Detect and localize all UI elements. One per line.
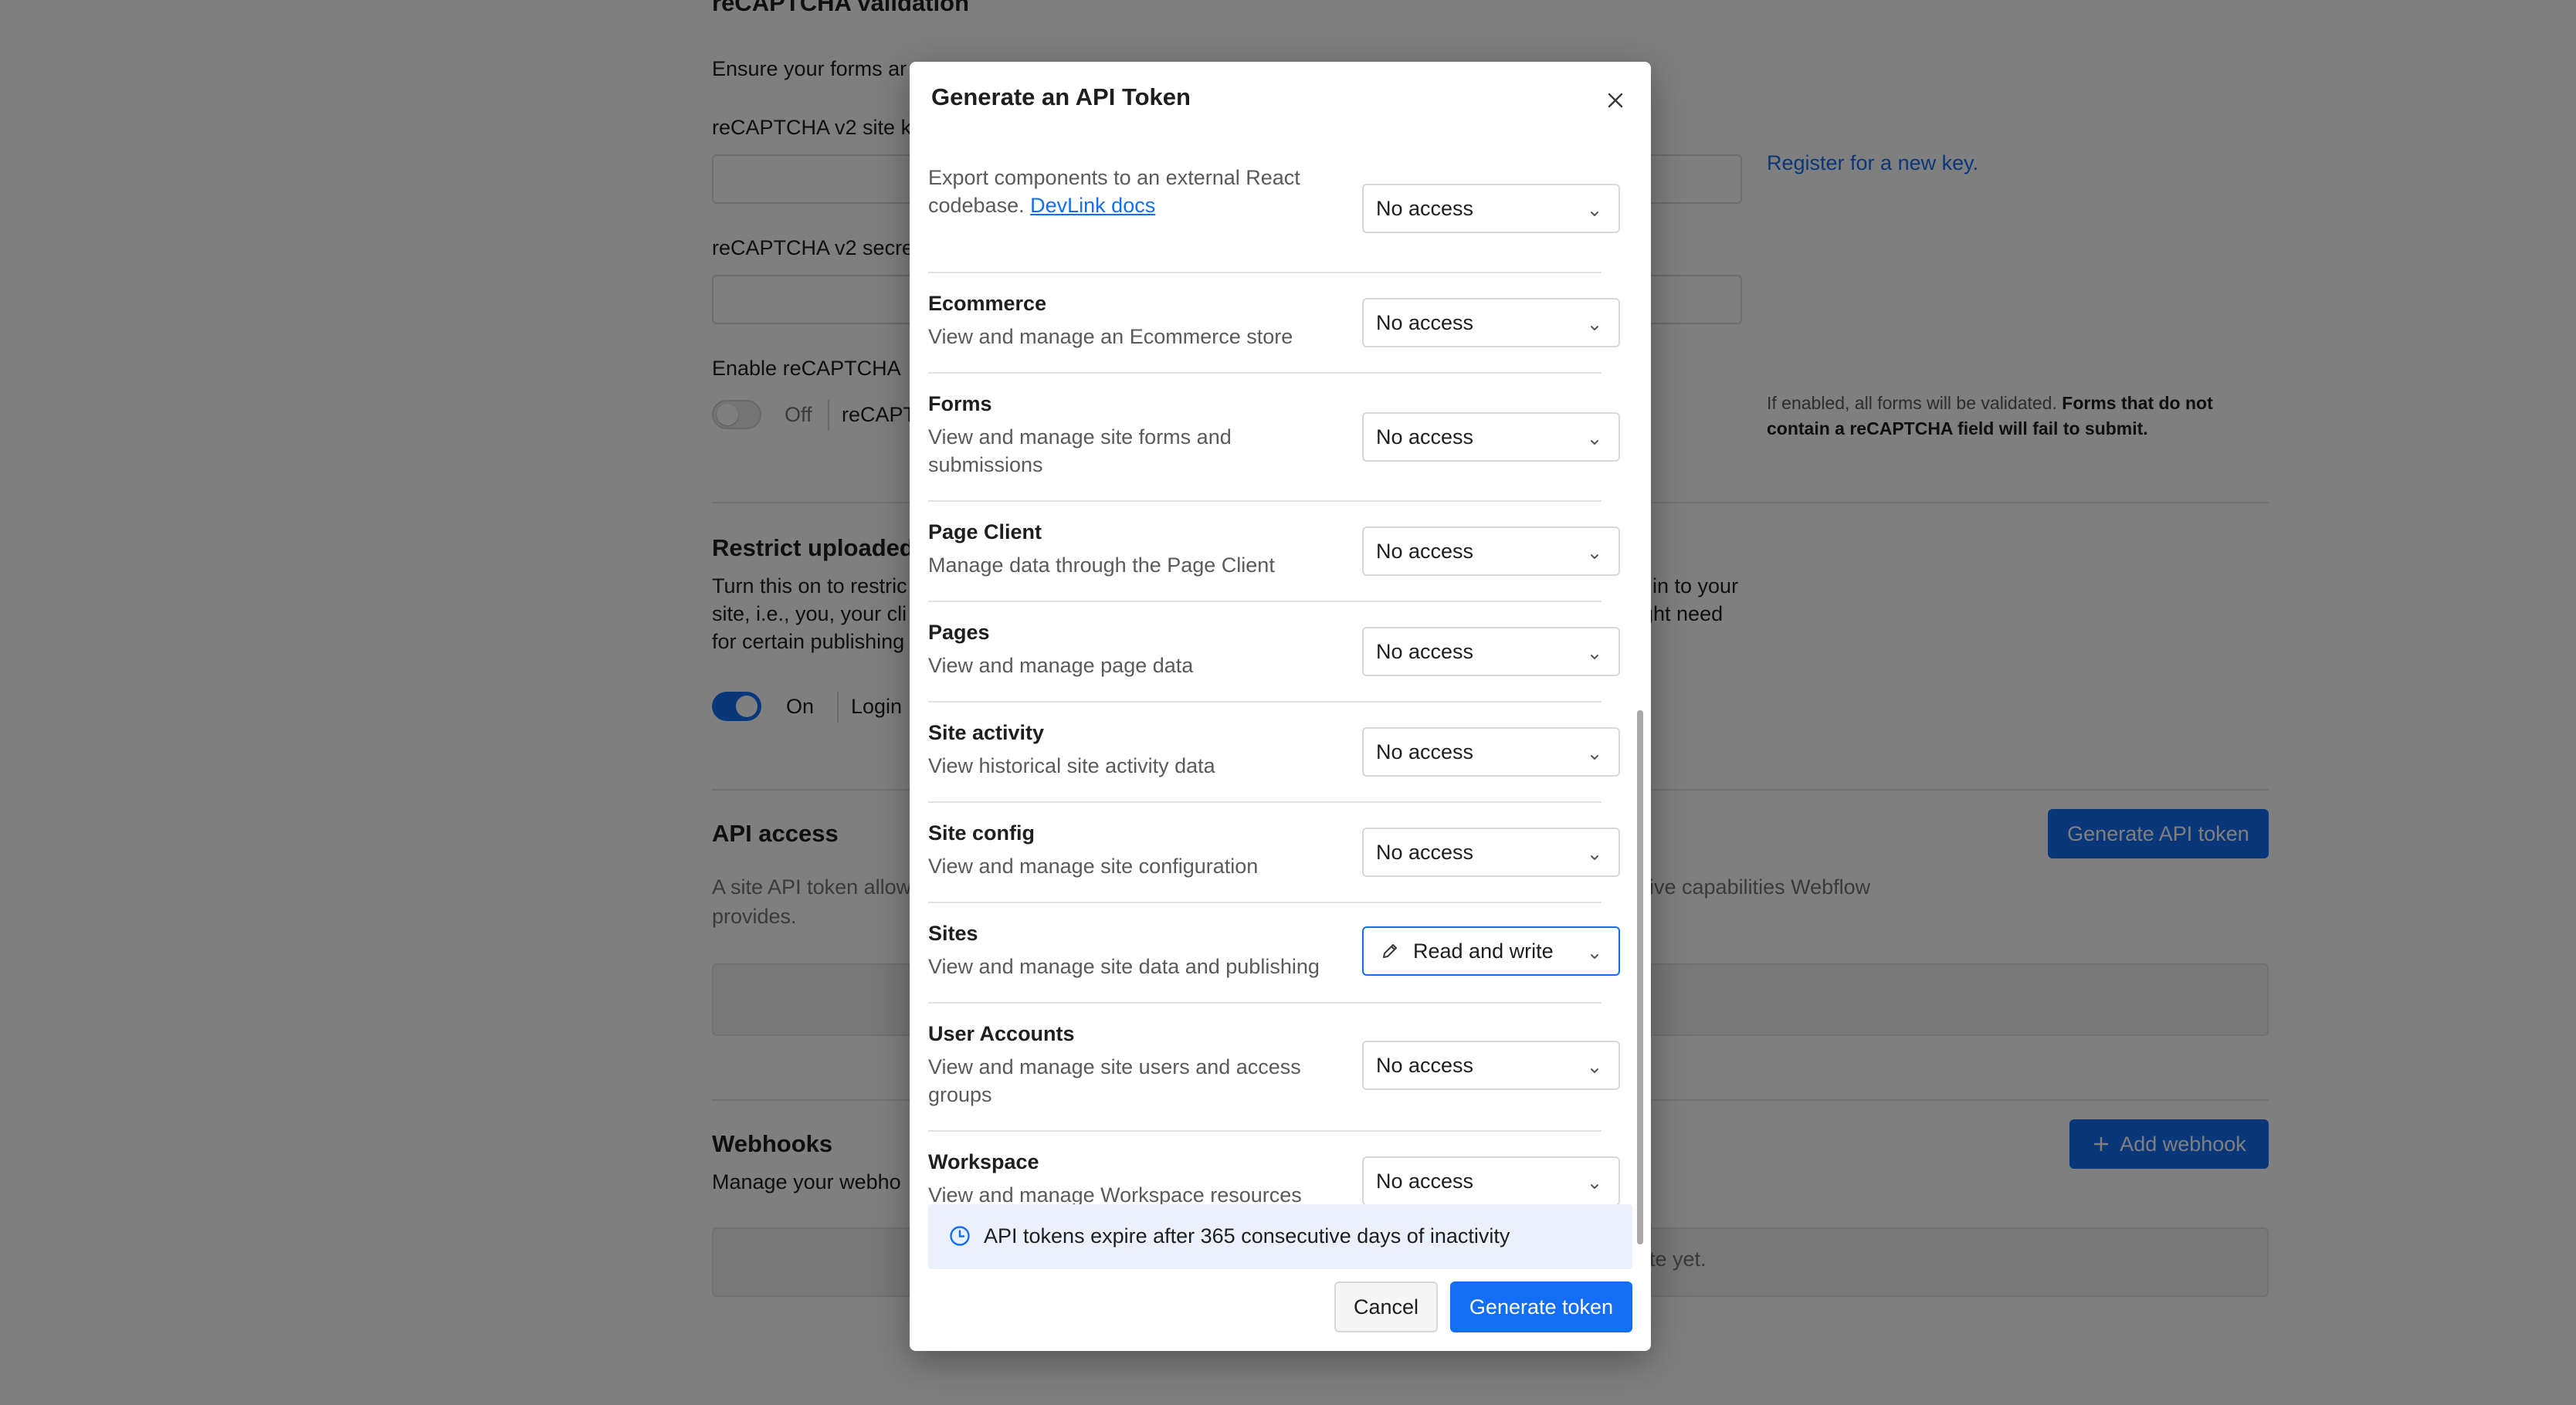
modal-title: Generate an API Token: [931, 83, 1191, 110]
row-divider: [928, 500, 1602, 502]
chevron-down-icon: [1588, 645, 1602, 659]
access-select-sites[interactable]: Read and write: [1362, 926, 1620, 976]
access-select-ecommerce[interactable]: No access: [1362, 298, 1620, 347]
permission-description: Manage data through the Page Client: [928, 551, 1330, 579]
permission-description-text: View and manage Workspace resources: [928, 1183, 1302, 1207]
permission-title: Workspace: [928, 1150, 1039, 1173]
permission-title: Site activity: [928, 721, 1045, 744]
access-select-devlink[interactable]: No access: [1362, 184, 1620, 233]
close-button[interactable]: [1600, 85, 1631, 116]
row-divider: [928, 272, 1602, 273]
pencil-icon: [1379, 940, 1401, 962]
modal-header: Generate an API Token: [910, 62, 1651, 136]
access-select-page-client[interactable]: No access: [1362, 526, 1620, 576]
permission-title: Sites: [928, 922, 978, 945]
permission-title: Forms: [928, 392, 992, 415]
row-divider: [928, 601, 1602, 602]
chevron-down-icon: [1588, 431, 1602, 445]
access-select-forms[interactable]: No access: [1362, 412, 1620, 462]
chevron-down-icon: [1588, 846, 1602, 860]
access-select-site-activity[interactable]: No access: [1362, 727, 1620, 777]
permission-description-text: View and manage site configuration: [928, 855, 1259, 878]
row-divider: [928, 372, 1602, 374]
access-select-value: No access: [1376, 1169, 1474, 1193]
access-select-value: No access: [1376, 639, 1474, 663]
scrollbar-thumb[interactable]: [1637, 710, 1643, 1244]
permission-description: View historical site activity data: [928, 752, 1330, 780]
access-select-pages[interactable]: No access: [1362, 627, 1620, 676]
permission-description-text: View and manage site data and publishing: [928, 955, 1320, 978]
generate-token-button[interactable]: Generate token: [1450, 1281, 1632, 1332]
clock-icon: [950, 1226, 970, 1246]
access-select-site-config[interactable]: No access: [1362, 828, 1620, 877]
permission-description-text: View and manage site users and access gr…: [928, 1055, 1301, 1106]
access-select-value: No access: [1376, 840, 1474, 864]
chevron-down-icon: [1588, 945, 1602, 959]
info-banner: API tokens expire after 365 consecutive …: [928, 1204, 1632, 1269]
permission-title: Site config: [928, 821, 1035, 845]
permission-description: Export components to an external React c…: [928, 164, 1330, 219]
permission-description-text: View and manage site forms and submissio…: [928, 425, 1232, 476]
info-banner-text: API tokens expire after 365 consecutive …: [984, 1224, 1510, 1248]
access-select-user-accounts[interactable]: No access: [1362, 1041, 1620, 1090]
access-select-value: Read and write: [1413, 939, 1554, 963]
row-divider: [928, 1130, 1602, 1132]
api-token-modal: Generate an API Token Export components …: [910, 62, 1651, 1351]
permission-description-text: Manage data through the Page Client: [928, 554, 1275, 577]
access-select-value: No access: [1376, 425, 1474, 449]
permission-title: Pages: [928, 621, 990, 644]
access-select-value: No access: [1376, 196, 1474, 220]
permission-description-text: View historical site activity data: [928, 754, 1215, 777]
access-select-value: No access: [1376, 310, 1474, 334]
permission-description: View and manage site forms and submissio…: [928, 423, 1330, 479]
permission-title: Ecommerce: [928, 292, 1047, 315]
chevron-down-icon: [1588, 317, 1602, 330]
access-select-value: No access: [1376, 539, 1474, 563]
cancel-button[interactable]: Cancel: [1334, 1281, 1438, 1332]
access-select-workspace[interactable]: No access: [1362, 1156, 1620, 1206]
chevron-down-icon: [1588, 746, 1602, 760]
permission-description: View and manage page data: [928, 652, 1330, 679]
permissions-scroll-area[interactable]: Export components to an external React c…: [910, 136, 1651, 1248]
permission-description: View and manage site users and access gr…: [928, 1053, 1330, 1109]
chevron-down-icon: [1588, 1175, 1602, 1189]
row-divider: [928, 1002, 1602, 1004]
permission-description: View and manage an Ecommerce store: [928, 323, 1330, 350]
permission-description: View and manage site configuration: [928, 852, 1330, 880]
row-divider: [928, 902, 1602, 903]
permission-description-text: View and manage an Ecommerce store: [928, 325, 1293, 348]
row-divider: [928, 701, 1602, 702]
permission-title: Page Client: [928, 520, 1042, 543]
access-select-value: No access: [1376, 740, 1474, 763]
permission-title: User Accounts: [928, 1022, 1075, 1045]
chevron-down-icon: [1588, 545, 1602, 559]
permission-description: View and manage site data and publishing: [928, 953, 1330, 980]
row-divider: [928, 801, 1602, 803]
permission-description-text: View and manage page data: [928, 654, 1194, 677]
chevron-down-icon: [1588, 1059, 1602, 1073]
devlink-docs-link[interactable]: DevLink docs: [1030, 194, 1155, 217]
access-select-value: No access: [1376, 1053, 1474, 1077]
close-icon: [1608, 93, 1623, 108]
chevron-down-icon: [1588, 202, 1602, 216]
